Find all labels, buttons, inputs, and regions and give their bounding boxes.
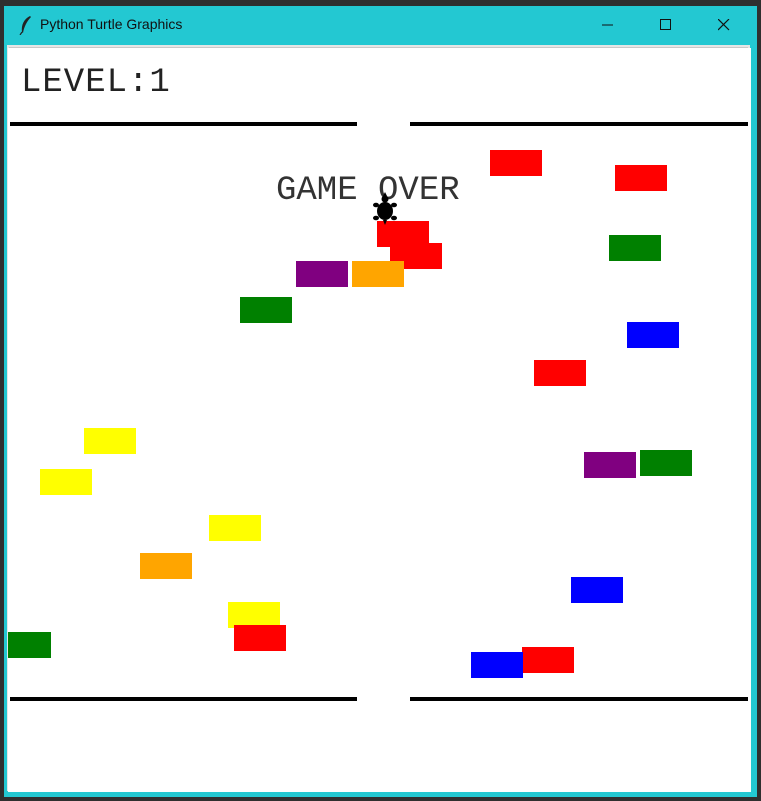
app-window: Python Turtle Graphics LEVEL:1 GAME OVER [4,6,757,797]
car-block [140,553,192,579]
car-block [522,647,574,673]
car-block [615,165,667,191]
car-block [240,297,292,323]
car-block [40,469,92,495]
close-icon [718,19,730,31]
top-wall-left [10,122,357,126]
car-block [84,428,136,454]
bottom-wall-left [10,697,357,701]
minimize-icon [602,24,613,26]
car-block [584,452,636,478]
car-block [640,450,692,476]
car-block [234,625,286,651]
game-canvas[interactable]: LEVEL:1 GAME OVER [8,48,751,792]
maximize-icon [660,19,671,30]
bottom-wall-right [410,697,748,701]
turtle-icon [373,192,397,225]
title-bar[interactable]: Python Turtle Graphics [4,6,757,44]
car-block [627,322,679,348]
car-block [209,515,261,541]
car-block [534,360,586,386]
car-block [8,632,51,658]
top-wall-right [410,122,748,126]
game-over-text: GAME OVER [276,172,460,210]
car-block [471,652,523,678]
window-title: Python Turtle Graphics [40,16,183,32]
feather-icon [19,16,31,35]
car-block [571,577,623,603]
car-block [352,261,404,287]
car-block [609,235,661,261]
minimize-button[interactable] [579,6,637,44]
car-block [296,261,348,287]
close-button[interactable] [695,6,753,44]
level-label: LEVEL:1 [21,64,171,102]
car-block [490,150,542,176]
maximize-button[interactable] [637,6,695,44]
